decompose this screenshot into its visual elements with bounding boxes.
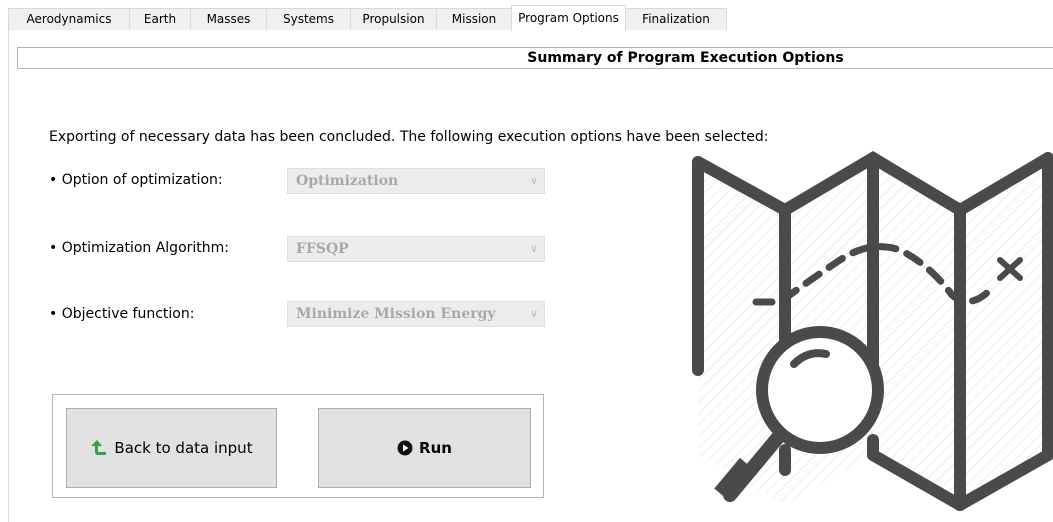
play-circle-icon — [397, 440, 413, 456]
objective-function-value: Minimize Mission Energy — [296, 306, 496, 322]
tab-finalization[interactable]: Finalization — [625, 8, 727, 30]
green-up-left-arrow-icon — [91, 440, 107, 455]
tab-mission[interactable]: Mission — [436, 8, 512, 30]
intro-text: Exporting of necessary data has been con… — [49, 129, 769, 145]
summary-header: Summary of Program Execution Options — [17, 47, 1053, 69]
tab-masses[interactable]: Masses — [190, 8, 267, 30]
back-button-label: Back to data input — [114, 439, 253, 457]
chevron-down-icon: ∨ — [529, 174, 538, 187]
tab-aerodynamics[interactable]: Aerodynamics — [8, 8, 130, 30]
chevron-down-icon: ∨ — [529, 307, 538, 320]
tab-program-options[interactable]: Program Options — [511, 5, 626, 31]
page-title: Summary of Program Execution Options — [527, 50, 844, 66]
objective-function-select[interactable]: Minimize Mission Energy ∨ — [287, 301, 545, 327]
option-of-optimization-value: Optimization — [296, 173, 399, 189]
tab-bar: Aerodynamics Earth Masses Systems Propul… — [8, 5, 1053, 31]
option-of-optimization-select[interactable]: Optimization ∨ — [287, 168, 545, 194]
objective-function-label: • Objective function: — [49, 306, 195, 322]
tab-earth[interactable]: Earth — [129, 8, 191, 30]
run-button[interactable]: Run — [318, 408, 531, 488]
option-of-optimization-label: • Option of optimization: — [49, 172, 223, 188]
chevron-down-icon: ∨ — [529, 242, 538, 255]
optimization-algorithm-label: • Optimization Algorithm: — [49, 240, 229, 256]
run-button-label: Run — [419, 439, 452, 457]
back-to-data-input-button[interactable]: Back to data input — [66, 408, 277, 488]
tab-propulsion[interactable]: Propulsion — [350, 8, 437, 30]
tab-systems[interactable]: Systems — [266, 8, 351, 30]
map-magnifier-icon — [692, 151, 1053, 511]
optimization-algorithm-value: FFSQP — [296, 241, 349, 257]
optimization-algorithm-select[interactable]: FFSQP ∨ — [287, 236, 545, 262]
